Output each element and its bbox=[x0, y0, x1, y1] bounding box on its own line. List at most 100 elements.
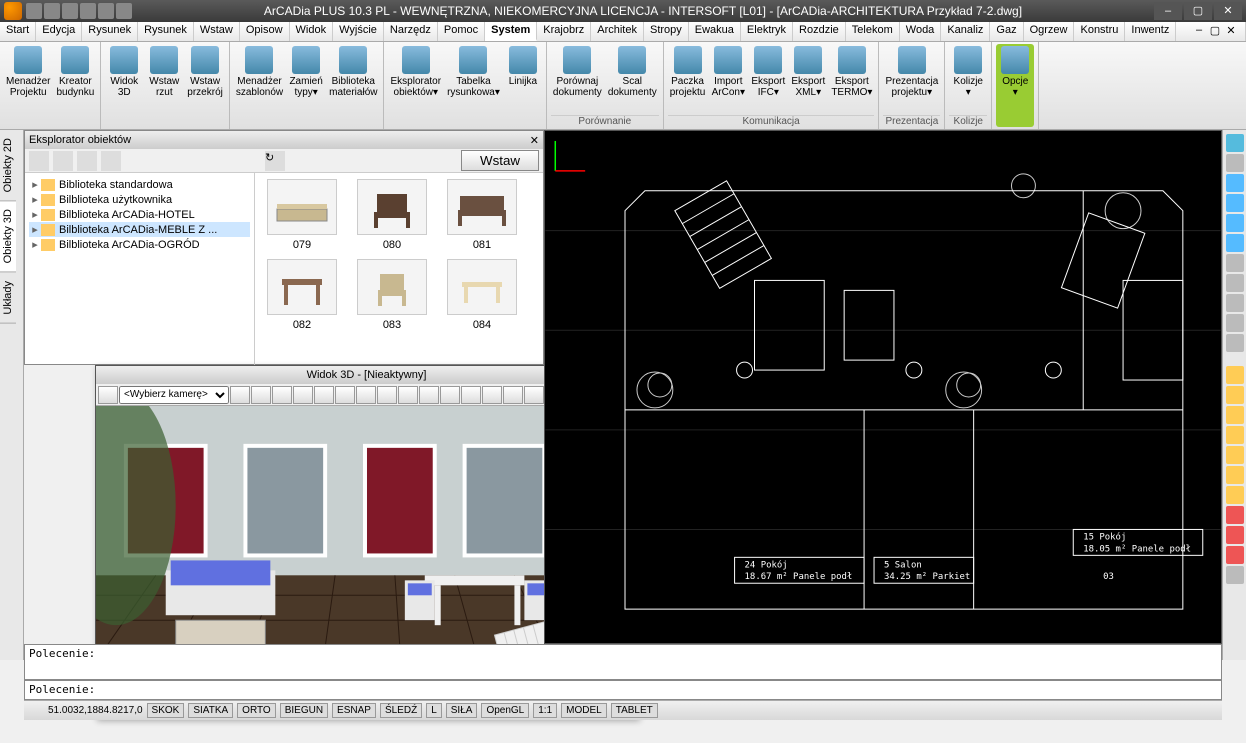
rt-tool-9-icon[interactable] bbox=[1226, 314, 1244, 332]
ribbon-widok-button[interactable]: Widok3D bbox=[105, 44, 143, 127]
ribbon-tab-elektryk[interactable]: Elektryk bbox=[741, 22, 793, 41]
status-tablet-button[interactable]: TABLET bbox=[611, 703, 658, 718]
view3d-camera-select[interactable]: <Wybierz kamerę> bbox=[119, 386, 229, 404]
qat-open-icon[interactable] bbox=[44, 3, 60, 19]
ribbon-tab-narzędz[interactable]: Narzędz bbox=[384, 22, 438, 41]
ribbon-tab-telekom[interactable]: Telekom bbox=[846, 22, 900, 41]
ribbon-kolizje-button[interactable]: Kolizje▾ bbox=[949, 44, 987, 115]
mdi-close-icon[interactable]: ✕ bbox=[1223, 24, 1239, 39]
left-tab-obiekty-3d[interactable]: Obiekty 3D bbox=[0, 201, 16, 272]
qat-undo-icon[interactable] bbox=[98, 3, 114, 19]
rt-hatch-icon[interactable] bbox=[1226, 506, 1244, 524]
ribbon-tab-widok[interactable]: Widok bbox=[290, 22, 334, 41]
rt-zoom-window-icon[interactable] bbox=[1226, 214, 1244, 232]
ribbon-tab-konstru[interactable]: Konstru bbox=[1074, 22, 1125, 41]
left-tab-układy[interactable]: Układy bbox=[0, 273, 16, 324]
status-opengl-button[interactable]: OpenGL bbox=[481, 703, 529, 718]
cad-viewport[interactable]: 24 Pokój 18.67 m² Panele podł 5 Salon 34… bbox=[544, 130, 1222, 644]
view3d-camera-icon[interactable] bbox=[98, 386, 118, 404]
ribbon-tab-system[interactable]: System bbox=[485, 22, 537, 41]
ribbon-tab-rozdzie[interactable]: Rozdzie bbox=[793, 22, 846, 41]
ribbon-tab-stropy[interactable]: Stropy bbox=[644, 22, 689, 41]
ribbon-zamie-button[interactable]: Zamieńtypy▾ bbox=[287, 44, 325, 127]
ribbon-tab-edycja[interactable]: Edycja bbox=[36, 22, 82, 41]
rt-zoom-out-icon[interactable] bbox=[1226, 194, 1244, 212]
view3d-tool-7[interactable] bbox=[356, 386, 376, 404]
rt-pan-icon[interactable] bbox=[1226, 254, 1244, 272]
ribbon-tab-rysunek[interactable]: Rysunek bbox=[82, 22, 138, 41]
thumbnail-082[interactable]: 082 bbox=[261, 259, 343, 331]
view3d-tool-2[interactable] bbox=[251, 386, 271, 404]
rt-ellipse-icon[interactable] bbox=[1226, 486, 1244, 504]
rt-spline-icon[interactable] bbox=[1226, 466, 1244, 484]
command-history[interactable]: Polecenie: bbox=[24, 644, 1222, 680]
ribbon-biblioteka-button[interactable]: Bibliotekamateriałów bbox=[327, 44, 379, 127]
thumbnail-084[interactable]: 084 bbox=[441, 259, 523, 331]
rt-rect-icon[interactable] bbox=[1226, 406, 1244, 424]
view3d-tool-4[interactable] bbox=[293, 386, 313, 404]
ribbon-tab-wyjście[interactable]: Wyjście bbox=[333, 22, 384, 41]
tree-node[interactable]: ▸Bilblioteka użytkownika bbox=[29, 192, 250, 207]
explorer-tree[interactable]: ▸Biblioteka standardowa▸Bilblioteka użyt… bbox=[25, 173, 255, 365]
rt-circle-icon[interactable] bbox=[1226, 426, 1244, 444]
tree-node[interactable]: ▸Biblioteka standardowa bbox=[29, 177, 250, 192]
view3d-tool-8[interactable] bbox=[377, 386, 397, 404]
ribbon-tabelka-button[interactable]: Tabelkarysunkowa▾ bbox=[445, 44, 502, 127]
explorer-delete-icon[interactable] bbox=[77, 151, 97, 171]
ribbon-eksplorator-button[interactable]: Eksploratorobiektów▾ bbox=[388, 44, 443, 127]
status-1:1-button[interactable]: 1:1 bbox=[533, 703, 557, 718]
view3d-tool-14[interactable] bbox=[503, 386, 523, 404]
rt-zoom-all-icon[interactable] bbox=[1226, 234, 1244, 252]
ribbon-prezentacja-button[interactable]: Prezentacjaprojektu▾ bbox=[883, 44, 940, 115]
rt-dim-icon[interactable] bbox=[1226, 546, 1244, 564]
ribbon-porwnaj-button[interactable]: Porównajdokumenty bbox=[551, 44, 604, 115]
command-line[interactable]: Polecenie: bbox=[24, 680, 1222, 700]
rt-zoom-in-icon[interactable] bbox=[1226, 174, 1244, 192]
view3d-tool-3[interactable] bbox=[272, 386, 292, 404]
ribbon-tab-start[interactable]: Start bbox=[0, 22, 36, 41]
mdi-min-icon[interactable]: – bbox=[1191, 24, 1207, 39]
explorer-add-icon[interactable] bbox=[29, 151, 49, 171]
qat-new-icon[interactable] bbox=[26, 3, 42, 19]
explorer-prop-icon[interactable] bbox=[101, 151, 121, 171]
ribbon-tab-inwentz[interactable]: Inwentz bbox=[1125, 22, 1176, 41]
view3d-tool-5[interactable] bbox=[314, 386, 334, 404]
rt-text-icon[interactable] bbox=[1226, 526, 1244, 544]
view3d-tool-10[interactable] bbox=[419, 386, 439, 404]
rt-tool-icon[interactable] bbox=[1226, 154, 1244, 172]
minimize-button[interactable]: – bbox=[1154, 2, 1182, 20]
explorer-insert-button[interactable]: Wstaw bbox=[461, 150, 539, 171]
view3d-tool-6[interactable] bbox=[335, 386, 355, 404]
thumbnail-081[interactable]: 081 bbox=[441, 179, 523, 251]
explorer-thumbnails[interactable]: 079080081082083084 bbox=[255, 173, 543, 365]
ribbon-tab-ogrzew[interactable]: Ogrzew bbox=[1024, 22, 1075, 41]
ribbon-tab-krajobrz[interactable]: Krajobrz bbox=[537, 22, 591, 41]
ribbon-tab-kanaliz[interactable]: Kanaliz bbox=[941, 22, 990, 41]
tree-node[interactable]: ▸Bilblioteka ArCADia-OGRÓD bbox=[29, 237, 250, 252]
view3d-tool-11[interactable] bbox=[440, 386, 460, 404]
ribbon-eksport-button[interactable]: EksportTERMO▾ bbox=[829, 44, 874, 115]
explorer-header[interactable]: Eksplorator obiektów ✕ bbox=[25, 131, 543, 149]
rt-line-icon[interactable] bbox=[1226, 366, 1244, 384]
maximize-button[interactable]: ▢ bbox=[1184, 2, 1212, 20]
rt-tool-end-icon[interactable] bbox=[1226, 566, 1244, 584]
view3d-tool-15[interactable] bbox=[524, 386, 544, 404]
ribbon-linijka-button[interactable]: Linijka bbox=[504, 44, 542, 127]
ribbon-eksport-button[interactable]: EksportXML▾ bbox=[789, 44, 827, 115]
ribbon-tab-opisow[interactable]: Opisow bbox=[240, 22, 290, 41]
view3d-tool-1[interactable] bbox=[230, 386, 250, 404]
view3d-tool-13[interactable] bbox=[482, 386, 502, 404]
explorer-close-icon[interactable]: ✕ bbox=[530, 134, 539, 147]
qat-save-icon[interactable] bbox=[62, 3, 78, 19]
explorer-refresh-icon[interactable]: ↻ bbox=[265, 151, 285, 171]
ribbon-menader-button[interactable]: MenadżerProjektu bbox=[4, 44, 52, 127]
ribbon-kreator-button[interactable]: Kreatorbudynku bbox=[54, 44, 96, 127]
status-l-button[interactable]: L bbox=[426, 703, 442, 718]
rt-zoom-extents-icon[interactable] bbox=[1226, 134, 1244, 152]
ribbon-paczka-button[interactable]: Paczkaprojektu bbox=[668, 44, 708, 115]
thumbnail-080[interactable]: 080 bbox=[351, 179, 433, 251]
status-skok-button[interactable]: SKOK bbox=[147, 703, 185, 718]
tree-node[interactable]: ▸Bilblioteka ArCADia-MEBLE Z ... bbox=[29, 222, 250, 237]
ribbon-tab-wstaw[interactable]: Wstaw bbox=[194, 22, 240, 41]
rt-arc-icon[interactable] bbox=[1226, 446, 1244, 464]
